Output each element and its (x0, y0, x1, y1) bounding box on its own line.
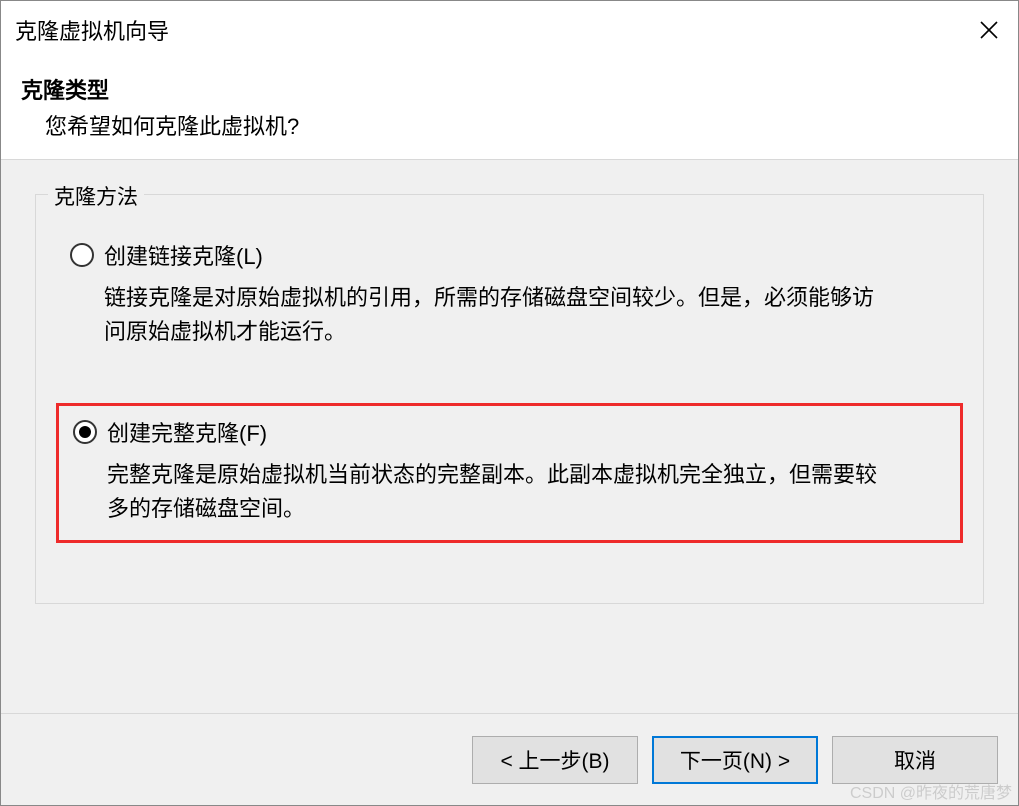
option-full-clone: 创建完整克隆(F) 完整克隆是原始虚拟机当前状态的完整副本。此副本虚拟机完全独立… (56, 403, 963, 543)
page-subtitle: 您希望如何克隆此虚拟机? (21, 109, 1004, 141)
group-legend: 克隆方法 (48, 181, 144, 211)
close-icon (979, 20, 999, 40)
radio-icon (73, 420, 97, 444)
window-title: 克隆虚拟机向导 (15, 14, 169, 46)
close-button[interactable] (960, 1, 1018, 59)
page-title: 克隆类型 (21, 73, 1004, 105)
radio-label: 创建链接克隆(L) (104, 239, 263, 271)
footer-bar: < 上一步(B) 下一页(N) > 取消 (1, 713, 1018, 805)
clone-wizard-dialog: 克隆虚拟机向导 克隆类型 您希望如何克隆此虚拟机? 克隆方法 创建链接克隆(L)… (0, 0, 1019, 806)
radio-full-clone[interactable]: 创建完整克隆(F) (73, 416, 946, 448)
next-button[interactable]: 下一页(N) > (652, 736, 818, 784)
content-area: 克隆方法 创建链接克隆(L) 链接克隆是对原始虚拟机的引用，所需的存储磁盘空间较… (1, 160, 1018, 713)
radio-icon (70, 243, 94, 267)
option-description: 链接克隆是对原始虚拟机的引用，所需的存储磁盘空间较少。但是，必须能够访问原始虚拟… (70, 281, 890, 349)
cancel-button[interactable]: 取消 (832, 736, 998, 784)
option-description: 完整克隆是原始虚拟机当前状态的完整副本。此副本虚拟机完全独立，但需要较多的存储磁… (73, 458, 893, 526)
wizard-header: 克隆类型 您希望如何克隆此虚拟机? (1, 59, 1018, 160)
radio-linked-clone[interactable]: 创建链接克隆(L) (70, 239, 949, 271)
back-button[interactable]: < 上一步(B) (472, 736, 638, 784)
option-linked-clone: 创建链接克隆(L) 链接克隆是对原始虚拟机的引用，所需的存储磁盘空间较少。但是，… (56, 229, 963, 363)
radio-label: 创建完整克隆(F) (107, 416, 267, 448)
clone-method-group: 克隆方法 创建链接克隆(L) 链接克隆是对原始虚拟机的引用，所需的存储磁盘空间较… (35, 194, 984, 604)
titlebar: 克隆虚拟机向导 (1, 1, 1018, 59)
